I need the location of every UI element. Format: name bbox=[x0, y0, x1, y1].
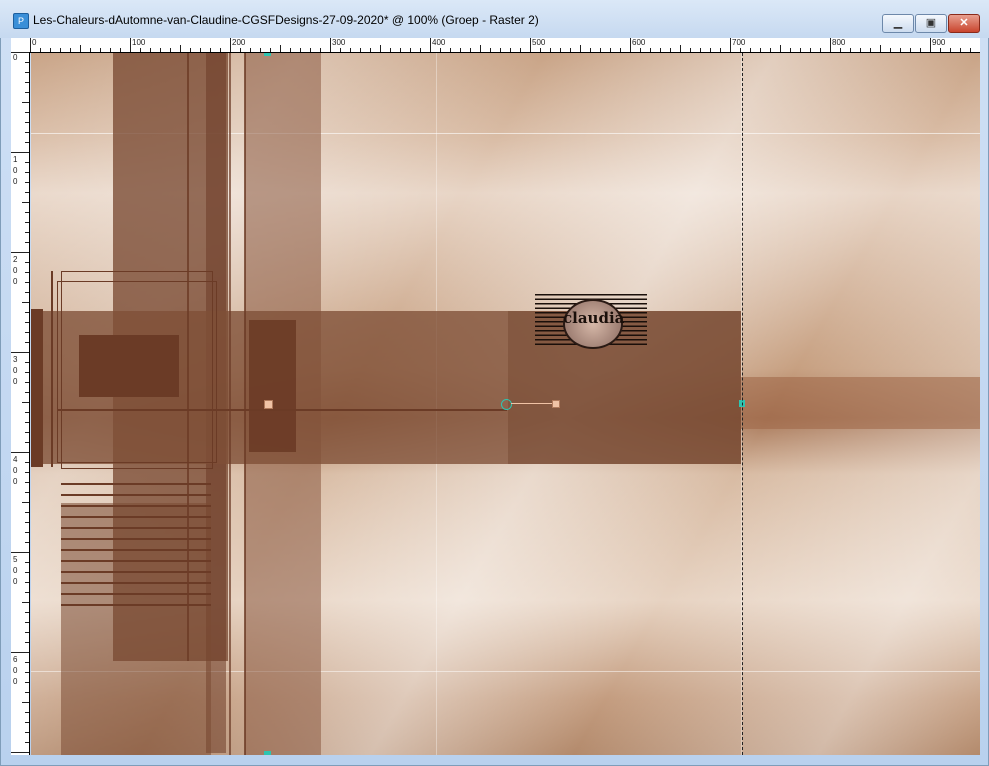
stripe-line bbox=[61, 549, 211, 551]
stripe-line bbox=[61, 483, 211, 485]
outline-frame bbox=[57, 281, 217, 463]
stripe-line bbox=[61, 516, 211, 518]
pivot-handle[interactable] bbox=[264, 400, 273, 409]
vertical-line bbox=[244, 53, 246, 755]
ruler-h-label: 800 bbox=[832, 38, 846, 47]
minimize-button[interactable]: ▁ bbox=[882, 14, 914, 33]
stripe-line bbox=[61, 571, 211, 573]
ruler-v-label: 0 bbox=[13, 53, 18, 62]
ruler-v-label: 3 0 0 bbox=[13, 355, 18, 386]
ruler-corner bbox=[11, 38, 31, 53]
ruler-h-label: 0 bbox=[32, 38, 37, 47]
ruler-h-label: 500 bbox=[532, 38, 546, 47]
ruler-v-label: 1 0 0 bbox=[13, 155, 18, 186]
stripe-line bbox=[61, 538, 211, 540]
watermark-text: claudia bbox=[563, 309, 625, 327]
scale-handle[interactable] bbox=[552, 400, 560, 408]
ruler-h-label: 700 bbox=[732, 38, 746, 47]
dark-edge-bar bbox=[31, 309, 43, 467]
logo-stripe bbox=[535, 294, 647, 296]
ruler-v-label: 2 0 0 bbox=[13, 255, 18, 286]
rotation-handle[interactable] bbox=[501, 399, 512, 410]
close-button[interactable]: ✕ bbox=[948, 14, 980, 33]
outline-line bbox=[51, 271, 53, 467]
psp-app-icon: P bbox=[13, 13, 29, 29]
stripe-line bbox=[61, 494, 211, 496]
vertical-ruler[interactable]: 0 1 0 0 2 0 0 3 0 0 4 0 0 5 0 0 6 0 0 bbox=[11, 52, 30, 755]
stripe-line bbox=[61, 505, 211, 507]
minimize-icon: ▁ bbox=[893, 17, 903, 29]
claudia-watermark: claudia bbox=[535, 294, 647, 349]
ruler-v-label: 6 0 0 bbox=[13, 655, 18, 686]
stripe-lines bbox=[61, 483, 211, 606]
image-canvas[interactable] bbox=[31, 53, 980, 755]
guide-marker[interactable] bbox=[264, 751, 271, 755]
vertical-line bbox=[229, 53, 231, 755]
maximize-icon: ▣ bbox=[925, 17, 937, 29]
horizontal-band-right bbox=[741, 377, 980, 429]
ruler-h-label: 600 bbox=[632, 38, 646, 47]
title-bar[interactable]: P Les-Chaleurs-dAutomne-van-Claudine-CGS… bbox=[0, 0, 989, 38]
horizontal-ruler[interactable]: 0 100 200 300 400 500 600 700 800 900 bbox=[30, 38, 980, 53]
stripe-line bbox=[61, 593, 211, 595]
stripe-line bbox=[61, 560, 211, 562]
stripe-line bbox=[61, 527, 211, 529]
ruler-h-label: 200 bbox=[232, 38, 246, 47]
horizontal-line bbox=[57, 409, 507, 411]
ruler-v-label: 5 0 0 bbox=[13, 555, 18, 586]
maximize-button[interactable]: ▣ bbox=[915, 14, 947, 33]
stripe-line bbox=[61, 604, 211, 606]
guide-marker[interactable] bbox=[264, 53, 271, 56]
window-title: Les-Chaleurs-dAutomne-van-Claudine-CGSFD… bbox=[33, 13, 539, 27]
dark-rect-tall bbox=[249, 320, 296, 452]
stripe-line bbox=[61, 582, 211, 584]
ruler-h-label: 100 bbox=[132, 38, 146, 47]
ruler-h-label: 400 bbox=[432, 38, 446, 47]
close-icon: ✕ bbox=[959, 17, 969, 29]
ruler-h-label: 300 bbox=[332, 38, 346, 47]
rotation-arm bbox=[511, 403, 553, 404]
vertical-guide[interactable] bbox=[742, 53, 743, 755]
ruler-h-label: 900 bbox=[932, 38, 946, 47]
ruler-v-label: 4 0 0 bbox=[13, 455, 18, 486]
